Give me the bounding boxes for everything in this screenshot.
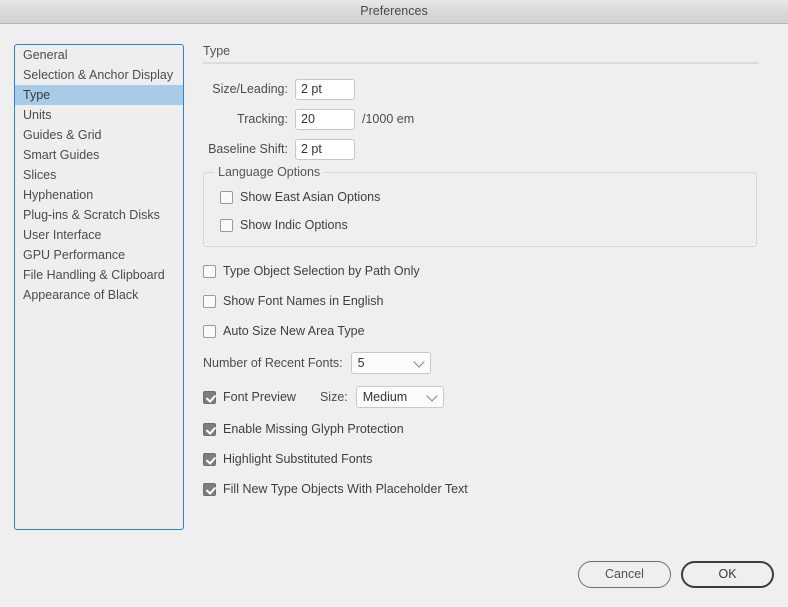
field-label: Tracking: — [237, 112, 288, 126]
checkbox-label: Fill New Type Objects With Placeholder T… — [223, 482, 468, 496]
field-input[interactable] — [295, 138, 355, 160]
sidebar-item-selection-anchor-display[interactable]: Selection & Anchor Display — [15, 65, 183, 85]
sidebar-item-units[interactable]: Units — [15, 105, 183, 125]
field-suffix: /1000 em — [362, 112, 415, 126]
font-preview-label: Font Preview — [223, 390, 296, 404]
field-row: Baseline Shift: — [203, 138, 759, 160]
language-options-checkbox-list: Show East Asian Options Show Indic Option… — [204, 187, 756, 235]
numeric-fields: Size/Leading: Tracking: /1000 em Baseline S… — [203, 78, 759, 160]
checkbox-show-indic-options[interactable] — [220, 218, 233, 232]
checkbox-row[interactable]: Show Indic Options — [220, 215, 756, 235]
language-options-group: Language Options Show East Asian Options… — [203, 165, 757, 247]
preferences-dialog: Preferences General Selection & Anchor Di… — [0, 0, 788, 607]
field-row: Tracking: /1000 em — [203, 108, 759, 130]
font-preview-row: Font Preview Size: Medium — [203, 385, 759, 409]
bottom-checkbox-list: Enable Missing Glyph Protection Highlight… — [203, 419, 759, 499]
sidebar-item-guides-grid[interactable]: Guides & Grid — [15, 125, 183, 145]
middle-checkbox-list: Type Object Selection by Path Only Show F… — [203, 261, 759, 341]
checkbox-highlight-substituted-fonts[interactable] — [203, 452, 216, 466]
checkbox-row[interactable]: Show East Asian Options — [220, 187, 756, 207]
checkbox-show-font-names-in-english[interactable] — [203, 294, 216, 308]
checkbox-enable-missing-glyph-protection[interactable] — [203, 422, 216, 436]
page-title: Type — [203, 44, 231, 58]
language-options-title: Language Options — [214, 165, 325, 179]
checkbox-row[interactable]: Fill New Type Objects With Placeholder T… — [203, 479, 759, 499]
checkbox-auto-size-new-area-type[interactable] — [203, 324, 216, 338]
cancel-button[interactable]: Cancel — [578, 561, 671, 588]
recent-fonts-label: Number of Recent Fonts: — [203, 356, 343, 370]
field-input[interactable] — [295, 78, 355, 100]
sidebar-item-appearance-of-black[interactable]: Appearance of Black — [15, 285, 183, 305]
recent-fonts-row: Number of Recent Fonts: 5 — [203, 351, 759, 375]
title-bar: Preferences — [0, 0, 788, 24]
checkbox-type-object-selection-by-path-only[interactable] — [203, 264, 216, 278]
checkbox-show-east-asian-options[interactable] — [220, 190, 233, 204]
field-row: Size/Leading: — [203, 78, 759, 100]
sidebar-item-hyphenation[interactable]: Hyphenation — [15, 185, 183, 205]
checkbox-row[interactable]: Type Object Selection by Path Only — [203, 261, 759, 281]
type-preferences-pane: Type Size/Leading: Tracking: /1000 em Basel… — [203, 44, 759, 509]
checkbox-label: Show East Asian Options — [240, 190, 381, 204]
dialog-buttons: Cancel OK — [578, 561, 774, 588]
font-preview-size-value: Medium — [362, 390, 408, 404]
font-preview-size-label: Size: — [319, 390, 348, 404]
checkbox-label: Enable Missing Glyph Protection — [223, 422, 404, 436]
sidebar-item-file-handling-clipboard[interactable]: File Handling & Clipboard — [15, 265, 183, 285]
checkbox-label: Highlight Substituted Fonts — [223, 452, 373, 466]
recent-fonts-value: 5 — [357, 356, 365, 370]
checkbox-fill-new-type-objects-with-placeholder-text[interactable] — [203, 482, 216, 496]
chevron-down-icon — [426, 390, 438, 402]
sidebar-item-smart-guides[interactable]: Smart Guides — [15, 145, 183, 165]
recent-fonts-select[interactable]: 5 — [350, 352, 431, 374]
window-title: Preferences — [360, 4, 428, 18]
field-label: Size/Leading: — [212, 82, 288, 96]
font-preview-size-select[interactable]: Medium — [355, 386, 444, 408]
field-input[interactable] — [295, 108, 355, 130]
field-label: Baseline Shift: — [208, 142, 288, 156]
checkbox-label: Type Object Selection by Path Only — [223, 264, 420, 278]
sidebar-item-type[interactable]: Type — [15, 85, 183, 105]
ok-button[interactable]: OK — [681, 561, 774, 588]
checkbox-row[interactable]: Enable Missing Glyph Protection — [203, 419, 759, 439]
checkbox-row[interactable]: Show Font Names in English — [203, 291, 759, 311]
category-list[interactable]: General Selection & Anchor Display Type Uni… — [14, 44, 184, 530]
checkbox-label: Show Indic Options — [240, 218, 348, 232]
checkbox-row[interactable]: Auto Size New Area Type — [203, 321, 759, 341]
section-divider — [203, 62, 759, 64]
sidebar-item-general[interactable]: General — [15, 45, 183, 65]
font-preview-checkbox[interactable] — [203, 390, 216, 404]
sidebar-item-slices[interactable]: Slices — [15, 165, 183, 185]
sidebar-item-gpu-performance[interactable]: GPU Performance — [15, 245, 183, 265]
sidebar-item-user-interface[interactable]: User Interface — [15, 225, 183, 245]
checkbox-label: Show Font Names in English — [223, 294, 384, 308]
checkbox-label: Auto Size New Area Type — [223, 324, 365, 338]
checkbox-row[interactable]: Highlight Substituted Fonts — [203, 449, 759, 469]
sidebar-item-plug-ins-scratch-disks[interactable]: Plug-ins & Scratch Disks — [15, 205, 183, 225]
chevron-down-icon — [412, 356, 425, 368]
